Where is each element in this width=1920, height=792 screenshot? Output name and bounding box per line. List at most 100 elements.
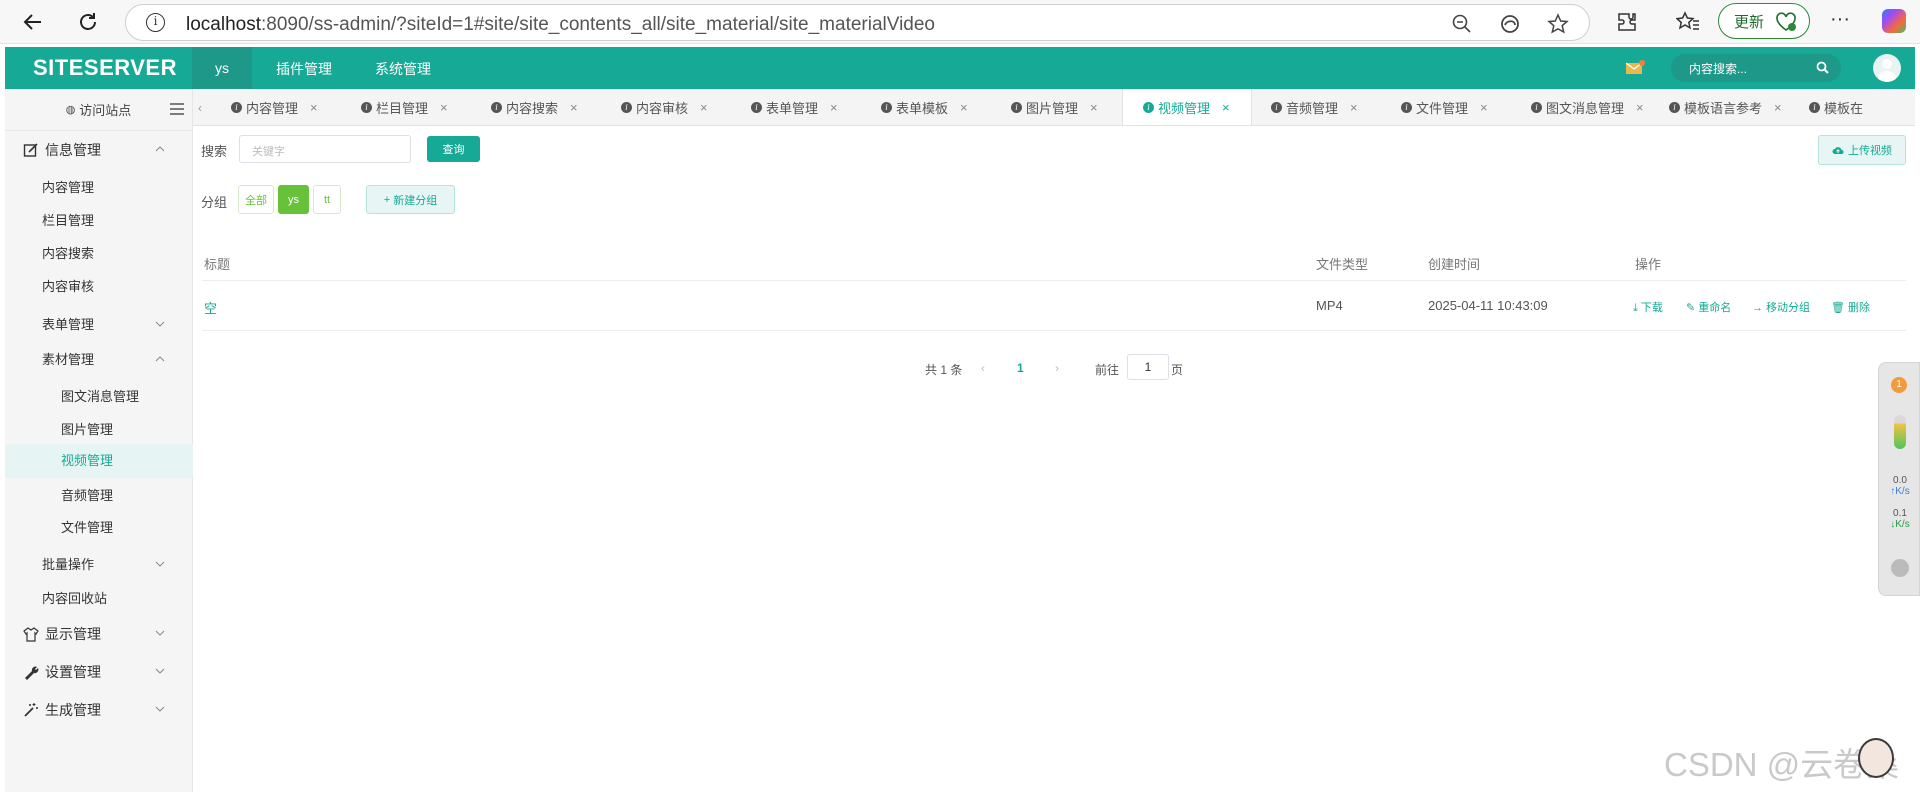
visit-site-link[interactable]: ◍ 访问站点 — [5, 89, 192, 131]
sidebar-item[interactable]: 视频管理 — [5, 444, 193, 478]
close-icon[interactable]: × — [830, 100, 838, 115]
accelerate-icon[interactable] — [1891, 559, 1909, 577]
rename-button[interactable]: ✎ 重命名 — [1686, 299, 1731, 315]
goto-page-input[interactable]: 1 — [1127, 354, 1169, 380]
close-icon[interactable]: × — [1774, 100, 1782, 115]
mail-icon[interactable] — [1625, 59, 1645, 77]
prev-page-icon[interactable]: ‹ — [981, 361, 985, 375]
cloud-upload-icon — [1832, 147, 1844, 154]
tab-item[interactable]: i 视频管理 × — [1122, 89, 1252, 125]
sidebar-item[interactable]: 内容审核 — [5, 275, 193, 299]
info-icon: i — [361, 102, 372, 113]
info-icon: i — [751, 102, 762, 113]
sidebar-item[interactable]: 内容回收站 — [5, 587, 193, 611]
upload-video-button[interactable]: 上传视频 — [1818, 135, 1906, 165]
col-created: 创建时间 — [1428, 257, 1481, 272]
delete-button[interactable]: 🗑︎ 删除 — [1831, 299, 1870, 315]
sidebar-item[interactable]: 批量操作 — [5, 553, 193, 577]
extensions-icon[interactable] — [1616, 11, 1638, 33]
tab-item[interactable]: i 音频管理 × — [1271, 89, 1389, 125]
upload-video-label: 上传视频 — [1848, 145, 1892, 157]
menu-toggle-icon[interactable] — [170, 103, 184, 115]
close-icon[interactable]: × — [960, 100, 968, 115]
download-icon: ⤓ — [1633, 302, 1641, 314]
edit-icon: ✎ — [1686, 302, 1699, 314]
speed-monitor-widget[interactable]: 1 0.0 ↑K/s 0.1 ↓K/s — [1878, 362, 1920, 596]
edge-read-icon[interactable] — [1499, 13, 1521, 35]
pagination: 共 1 条 ‹ 1 › 前往 1 页 — [193, 354, 1915, 384]
tab-item[interactable]: i 栏目管理 × — [361, 89, 479, 125]
sidebar-item[interactable]: 图文消息管理 — [5, 385, 193, 409]
tab-item[interactable]: i 内容管理 × — [231, 89, 349, 125]
menu-system[interactable]: 系统管理 — [375, 59, 431, 79]
favorites-icon[interactable] — [1676, 11, 1700, 33]
header-search[interactable]: 内容搜索... — [1671, 54, 1841, 82]
sidebar-item[interactable]: 图片管理 — [5, 418, 193, 442]
notification-badge[interactable]: 1 — [1891, 377, 1907, 393]
close-icon[interactable]: × — [1636, 100, 1644, 115]
tab-label: 视频管理 — [1158, 101, 1211, 116]
sidebar-item[interactable]: 生成管理 — [5, 698, 193, 722]
sidebar-item[interactable]: 设置管理 — [5, 660, 193, 684]
zoom-out-icon[interactable] — [1451, 13, 1473, 35]
site-switch-tab[interactable]: ys — [192, 47, 252, 89]
star-icon[interactable] — [1547, 13, 1569, 35]
copilot-icon[interactable] — [1882, 9, 1906, 33]
sidebar-item[interactable]: 素材管理 — [5, 348, 193, 372]
reload-button[interactable] — [72, 6, 104, 38]
group-label: 分组 — [201, 195, 228, 210]
update-button[interactable]: 更新 — [1718, 3, 1810, 39]
sidebar-item[interactable]: 信息管理 — [5, 138, 193, 162]
tab-item[interactable]: i 模板在 — [1809, 89, 1915, 125]
tab-item[interactable]: i 内容审核 × — [621, 89, 739, 125]
close-icon[interactable]: × — [570, 100, 578, 115]
close-icon[interactable]: × — [700, 100, 708, 115]
info-icon[interactable]: i — [146, 13, 165, 32]
tab-item[interactable]: i 内容搜索 × — [491, 89, 609, 125]
sidebar-item[interactable]: 文件管理 — [5, 516, 193, 540]
tab-item[interactable]: i 文件管理 × — [1401, 89, 1519, 125]
back-button[interactable] — [17, 6, 49, 38]
sidebar-item[interactable]: 表单管理 — [5, 313, 193, 337]
tab-item[interactable]: i 表单管理 × — [751, 89, 869, 125]
close-icon[interactable]: × — [1350, 100, 1358, 115]
group-tt-button[interactable]: tt — [313, 185, 341, 214]
site-logo[interactable]: SITESERVER — [33, 55, 177, 81]
address-bar[interactable]: i localhost:8090/ss-admin/?siteId=1#site… — [125, 4, 1590, 41]
reload-icon — [80, 13, 96, 30]
menu-plugins[interactable]: 插件管理 — [276, 59, 332, 79]
sidebar-item[interactable]: 显示管理 — [5, 622, 193, 646]
sidebar-item[interactable]: 音频管理 — [5, 484, 193, 508]
sidebar-item[interactable]: 内容管理 — [5, 176, 193, 200]
next-page-icon[interactable]: › — [1055, 361, 1059, 375]
avatar[interactable] — [1873, 54, 1901, 82]
sidebar-item[interactable]: 内容搜索 — [5, 242, 193, 266]
browser-toolbar: i localhost:8090/ss-admin/?siteId=1#site… — [0, 0, 1920, 44]
tab-item[interactable]: i 表单模板 × — [881, 89, 999, 125]
tab-label: 图片管理 — [1026, 101, 1079, 116]
video-title-link[interactable]: 空 — [204, 298, 217, 317]
tabs-scroll-left-icon[interactable]: ‹ — [193, 89, 207, 125]
chevron-down-icon — [155, 561, 165, 567]
group-ys-button[interactable]: ys — [278, 185, 309, 214]
query-button[interactable]: 查询 — [427, 136, 480, 162]
close-icon[interactable]: × — [440, 100, 448, 115]
keyword-search-input[interactable]: 关键字 — [239, 135, 411, 163]
download-button[interactable]: ⤓ 下载 — [1633, 299, 1663, 315]
sidebar-item[interactable]: 栏目管理 — [5, 209, 193, 233]
more-menu-icon[interactable]: ··· — [1830, 8, 1850, 31]
close-icon[interactable]: × — [1090, 100, 1098, 115]
search-placeholder: 关键字 — [252, 146, 285, 158]
tab-item[interactable]: i 图片管理 × — [1011, 89, 1129, 125]
move-group-button[interactable]: → 移动分组 — [1752, 299, 1810, 315]
close-icon[interactable]: × — [1480, 100, 1488, 115]
tab-item[interactable]: i 模板语言参考 × — [1669, 89, 1799, 125]
close-icon[interactable]: × — [310, 100, 318, 115]
new-group-button[interactable]: + 新建分组 — [366, 185, 455, 214]
tab-item[interactable]: i 图文消息管理 × — [1531, 89, 1661, 125]
group-all-button[interactable]: 全部 — [238, 185, 274, 214]
tab-label: 内容审核 — [636, 101, 689, 116]
page-number[interactable]: 1 — [1017, 361, 1024, 375]
tab-label: 内容管理 — [246, 101, 299, 116]
close-icon[interactable]: × — [1222, 100, 1230, 115]
